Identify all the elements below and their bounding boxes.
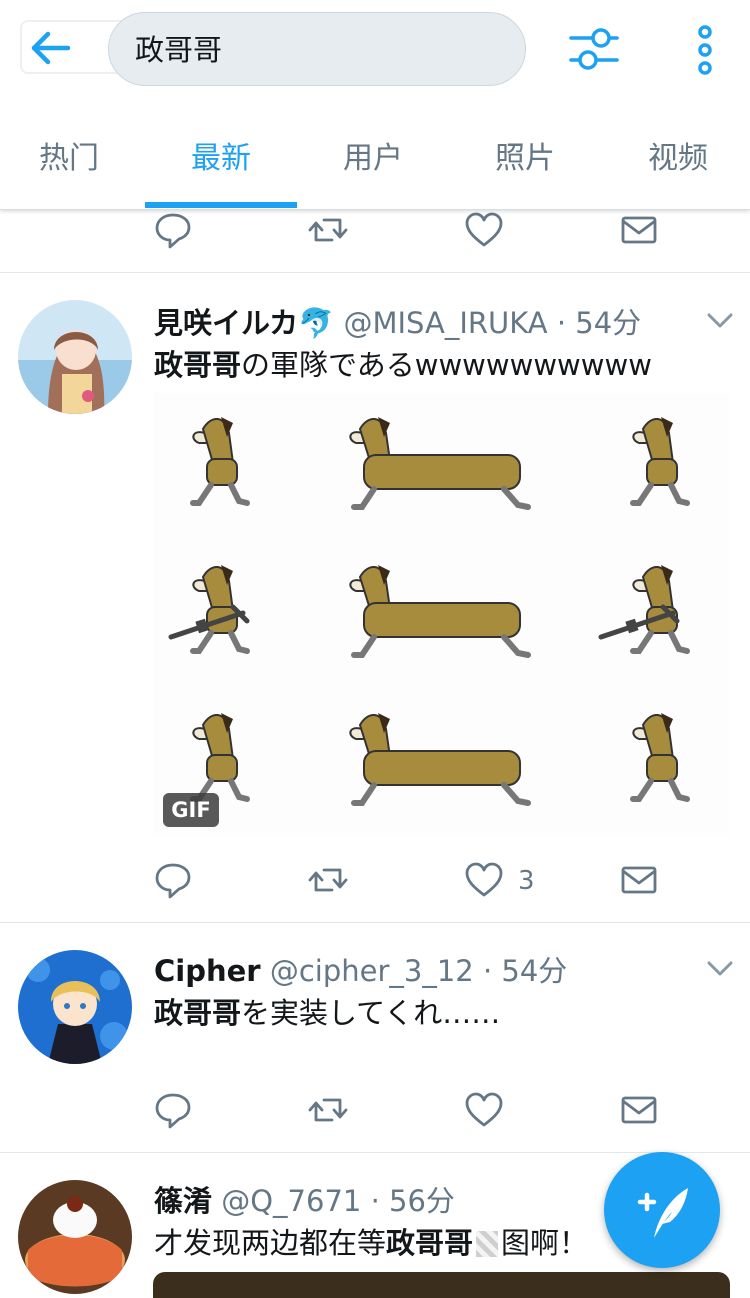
tab-top[interactable]: 热门 xyxy=(0,100,145,210)
tab-photos[interactable]: 照片 xyxy=(449,100,601,210)
active-tab-indicator xyxy=(145,202,297,208)
tweet-text: 政哥哥の軍隊であるwwwwwwwwww xyxy=(154,342,652,384)
avatar[interactable] xyxy=(18,300,132,414)
arrow-left-icon xyxy=(31,31,71,65)
filter-button[interactable] xyxy=(568,24,620,74)
search-tabs: 热门 最新 用户 照片 视频 xyxy=(0,100,750,210)
chevron-down-icon[interactable] xyxy=(706,960,734,978)
timestamp: · 54分 xyxy=(556,306,642,340)
heart-icon xyxy=(465,862,503,897)
vertical-dots-icon xyxy=(698,25,712,75)
compose-icon xyxy=(637,1188,688,1238)
search-query: 政哥哥 xyxy=(135,33,223,67)
display-name[interactable]: 見咲イルカ🐬 xyxy=(154,306,334,340)
display-name[interactable]: Cipher xyxy=(154,954,261,988)
tab-people[interactable]: 用户 xyxy=(297,100,449,210)
back-button[interactable] xyxy=(14,18,74,78)
retweet-button[interactable] xyxy=(306,858,350,902)
display-name[interactable]: 篠淆 xyxy=(154,1184,212,1218)
reply-icon xyxy=(155,863,191,899)
like-button[interactable] xyxy=(462,208,506,252)
tab-videos[interactable]: 视频 xyxy=(602,100,750,210)
tweet-divider xyxy=(0,272,750,273)
timestamp: · 56分 xyxy=(370,1184,455,1218)
envelope-icon xyxy=(621,866,657,894)
tweet-text: 才发现两边都在等政哥哥 图啊！ xyxy=(154,1220,588,1262)
envelope-icon xyxy=(621,216,657,244)
tweet-divider xyxy=(0,922,750,923)
tab-latest[interactable]: 最新 xyxy=(145,100,297,210)
tweet-text-body: を実装してくれ…… xyxy=(241,996,501,1030)
chevron-down-icon[interactable] xyxy=(706,312,734,330)
envelope-icon xyxy=(621,1096,657,1124)
like-count: 3 xyxy=(518,866,535,896)
top-bar: 政哥哥 xyxy=(0,0,750,100)
timestamp: · 54分 xyxy=(482,954,568,988)
reply-icon xyxy=(155,213,191,249)
like-button[interactable] xyxy=(462,1088,506,1132)
retweet-button[interactable] xyxy=(306,1088,350,1132)
search-input[interactable]: 政哥哥 xyxy=(108,12,526,86)
retweet-icon xyxy=(308,1098,348,1122)
tweet-header: 見咲イルカ🐬 @MISA_IRUKA · 54分 xyxy=(154,300,641,342)
gif-badge: GIF xyxy=(163,793,219,827)
compose-tweet-button[interactable] xyxy=(604,1152,720,1268)
more-options-button[interactable] xyxy=(690,24,720,76)
gif-media[interactable]: GIF xyxy=(153,393,730,837)
message-button[interactable] xyxy=(617,208,661,252)
tweet-text: 政哥哥を実装してくれ…… xyxy=(154,990,500,1032)
message-button[interactable] xyxy=(617,1088,661,1132)
user-handle[interactable]: @cipher_3_12 xyxy=(270,954,474,988)
tweet-text-body: 才发现两边都在等 xyxy=(154,1226,387,1260)
tweet-text-highlight: 政哥哥 xyxy=(154,348,242,382)
tweet-header: Cipher @cipher_3_12 · 54分 xyxy=(154,948,567,990)
retweet-icon xyxy=(308,218,348,242)
heart-icon xyxy=(465,212,503,247)
tweet-media[interactable] xyxy=(153,1272,730,1298)
gif-frame-image xyxy=(153,393,730,837)
reply-button[interactable] xyxy=(151,858,195,902)
avatar[interactable] xyxy=(18,1180,132,1294)
reply-icon xyxy=(155,1093,191,1129)
sliders-icon xyxy=(569,28,619,70)
tweet-text-body: の軍隊であるwwwwwwwwww xyxy=(241,348,652,382)
user-handle[interactable]: @MISA_IRUKA xyxy=(343,306,547,340)
tweet-header: 篠淆 @Q_7671 · 56分 xyxy=(154,1178,455,1220)
reply-button[interactable] xyxy=(151,208,195,252)
tweet-text-body-end: 图啊！ xyxy=(501,1226,589,1260)
retweet-icon xyxy=(308,868,348,892)
like-button[interactable] xyxy=(462,858,506,902)
tweet-text-highlight: 政哥哥 xyxy=(386,1226,474,1260)
avatar[interactable] xyxy=(18,950,132,1064)
retweet-button[interactable] xyxy=(306,208,350,252)
emoji-placeholder xyxy=(476,1231,499,1257)
user-handle[interactable]: @Q_7671 xyxy=(221,1184,361,1218)
reply-button[interactable] xyxy=(151,1088,195,1132)
message-button[interactable] xyxy=(617,858,661,902)
heart-icon xyxy=(465,1092,503,1127)
tweet-text-highlight: 政哥哥 xyxy=(154,996,242,1030)
